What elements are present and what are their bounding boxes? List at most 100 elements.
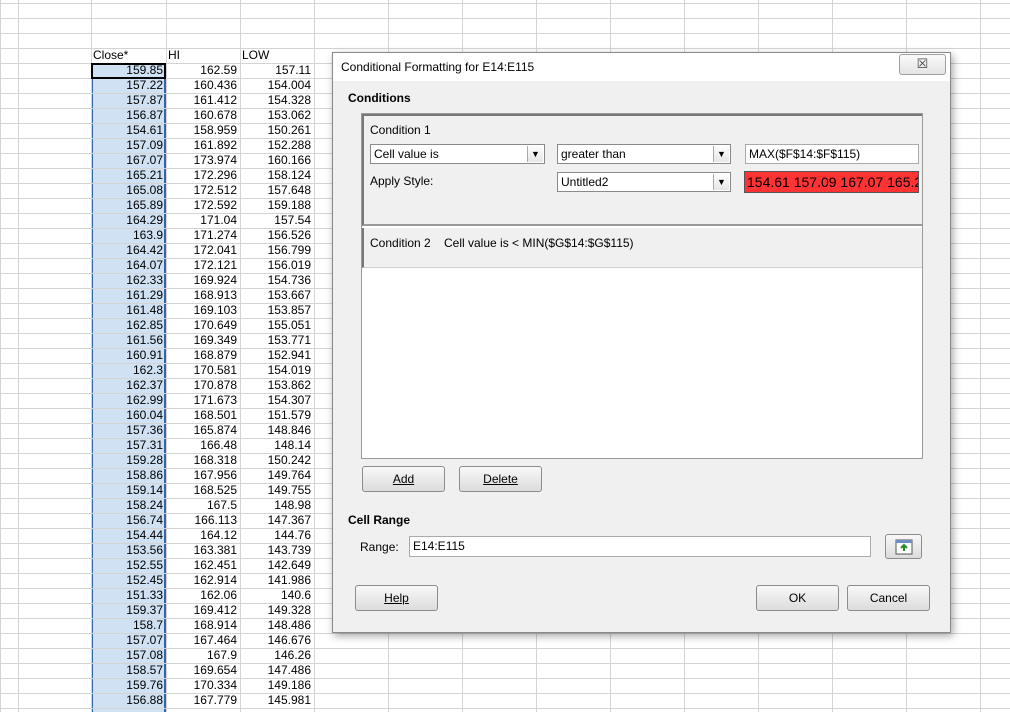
help-button[interactable]: Help: [355, 585, 438, 611]
table-cell[interactable]: 150.242: [240, 453, 314, 468]
table-cell[interactable]: 167.9: [166, 648, 240, 663]
table-cell[interactable]: 173.974: [166, 153, 240, 168]
condition-1-panel[interactable]: Condition 1 Cell value is ▼ greater than…: [362, 114, 922, 226]
condition-1-operator-select[interactable]: greater than ▼: [557, 144, 731, 164]
table-cell[interactable]: 159.14: [91, 483, 166, 498]
table-cell[interactable]: 151.33: [91, 588, 166, 603]
table-cell[interactable]: 160.678: [166, 108, 240, 123]
table-cell[interactable]: 166.113: [166, 513, 240, 528]
table-cell[interactable]: 160.436: [166, 78, 240, 93]
table-cell[interactable]: 157.22: [91, 78, 166, 93]
table-cell[interactable]: 169.349: [166, 333, 240, 348]
table-cell[interactable]: 149.186: [240, 678, 314, 693]
table-cell[interactable]: 168.525: [166, 483, 240, 498]
table-cell[interactable]: 161.48: [91, 303, 166, 318]
table-cell[interactable]: 161.892: [166, 138, 240, 153]
table-cell[interactable]: 154.44: [91, 528, 166, 543]
table-cell[interactable]: 168.501: [166, 408, 240, 423]
table-cell[interactable]: 148.846: [240, 423, 314, 438]
table-cell[interactable]: 162.3: [91, 363, 166, 378]
add-button[interactable]: Add: [362, 466, 445, 492]
table-cell[interactable]: 154.328: [240, 93, 314, 108]
table-cell[interactable]: 159.76: [91, 678, 166, 693]
table-cell[interactable]: 156.88: [91, 693, 166, 708]
table-cell[interactable]: 163.381: [166, 543, 240, 558]
ok-button[interactable]: OK: [756, 585, 839, 611]
table-cell[interactable]: 152.45: [91, 573, 166, 588]
table-cell[interactable]: 160.04: [91, 408, 166, 423]
table-cell[interactable]: 162.914: [166, 573, 240, 588]
table-cell[interactable]: 162.37: [91, 378, 166, 393]
table-cell[interactable]: 147.367: [240, 513, 314, 528]
table-cell[interactable]: 162.59: [166, 63, 240, 78]
table-cell[interactable]: 158.124: [240, 168, 314, 183]
table-cell[interactable]: 159.37: [91, 603, 166, 618]
apply-style-select[interactable]: Untitled2 ▼: [557, 172, 731, 192]
table-cell[interactable]: 158.86: [91, 468, 166, 483]
shrink-range-button[interactable]: [885, 534, 922, 559]
table-cell[interactable]: 172.512: [166, 183, 240, 198]
table-cell[interactable]: 168.318: [166, 453, 240, 468]
table-cell[interactable]: 157.11: [240, 63, 314, 78]
table-cell[interactable]: 152.941: [240, 348, 314, 363]
table-cell[interactable]: 172.041: [166, 243, 240, 258]
delete-button[interactable]: Delete: [459, 466, 542, 492]
table-cell[interactable]: 156.526: [240, 228, 314, 243]
table-cell[interactable]: 171.04: [166, 213, 240, 228]
table-cell[interactable]: 164.42: [91, 243, 166, 258]
table-cell[interactable]: 154.307: [240, 393, 314, 408]
table-cell[interactable]: 146.26: [240, 648, 314, 663]
table-cell[interactable]: 167.464: [166, 633, 240, 648]
table-cell[interactable]: 152.288: [240, 138, 314, 153]
table-cell[interactable]: 164.29: [91, 213, 166, 228]
table-cell[interactable]: 167.956: [166, 468, 240, 483]
table-cell[interactable]: 172.592: [166, 198, 240, 213]
table-cell[interactable]: 158.959: [166, 123, 240, 138]
table-cell[interactable]: 154.004: [240, 78, 314, 93]
table-cell[interactable]: 148.486: [240, 618, 314, 633]
table-cell[interactable]: 163.9: [91, 228, 166, 243]
table-cell[interactable]: 169.654: [166, 663, 240, 678]
table-cell[interactable]: 156.799: [240, 243, 314, 258]
table-cell[interactable]: 157.87: [91, 93, 166, 108]
table-cell[interactable]: 162.85: [91, 318, 166, 333]
table-cell[interactable]: 161.412: [166, 93, 240, 108]
table-cell[interactable]: 166.48: [166, 438, 240, 453]
table-cell[interactable]: 142.649: [240, 558, 314, 573]
table-cell[interactable]: 141.986: [240, 573, 314, 588]
table-cell[interactable]: 158.24: [91, 498, 166, 513]
table-cell[interactable]: 151.579: [240, 408, 314, 423]
table-cell[interactable]: 159.188: [240, 198, 314, 213]
table-cell[interactable]: 167.779: [166, 693, 240, 708]
column-header-cell[interactable]: LOW: [240, 48, 314, 63]
close-button[interactable]: ☒: [899, 54, 946, 75]
table-cell[interactable]: 167.5: [166, 498, 240, 513]
table-cell[interactable]: 153.667: [240, 288, 314, 303]
table-cell[interactable]: 154.61: [91, 123, 166, 138]
table-cell[interactable]: 165.89: [91, 198, 166, 213]
table-cell[interactable]: 156.74: [91, 513, 166, 528]
table-cell[interactable]: 153.56: [91, 543, 166, 558]
table-cell[interactable]: 157.09: [91, 138, 166, 153]
table-cell[interactable]: 148.14: [240, 438, 314, 453]
column-header-cell[interactable]: Close*: [91, 48, 166, 63]
table-cell[interactable]: 140.6: [240, 588, 314, 603]
table-cell[interactable]: 159.28: [91, 453, 166, 468]
condition-1-formula-input[interactable]: MAX($F$14:$F$115): [745, 144, 919, 164]
cancel-button[interactable]: Cancel: [847, 585, 930, 611]
table-cell[interactable]: 160.91: [91, 348, 166, 363]
table-cell[interactable]: 150.261: [240, 123, 314, 138]
table-cell[interactable]: 157.36: [91, 423, 166, 438]
table-cell[interactable]: 169.412: [166, 603, 240, 618]
table-cell[interactable]: 156.019: [240, 258, 314, 273]
table-cell[interactable]: 153.857: [240, 303, 314, 318]
table-cell[interactable]: 152.55: [91, 558, 166, 573]
table-cell[interactable]: 149.764: [240, 468, 314, 483]
table-cell[interactable]: 170.581: [166, 363, 240, 378]
table-cell[interactable]: 171.274: [166, 228, 240, 243]
table-cell[interactable]: 172.296: [166, 168, 240, 183]
table-cell[interactable]: 168.913: [166, 288, 240, 303]
table-cell[interactable]: 170.878: [166, 378, 240, 393]
table-cell[interactable]: 158.57: [91, 663, 166, 678]
table-cell[interactable]: 146.676: [240, 633, 314, 648]
